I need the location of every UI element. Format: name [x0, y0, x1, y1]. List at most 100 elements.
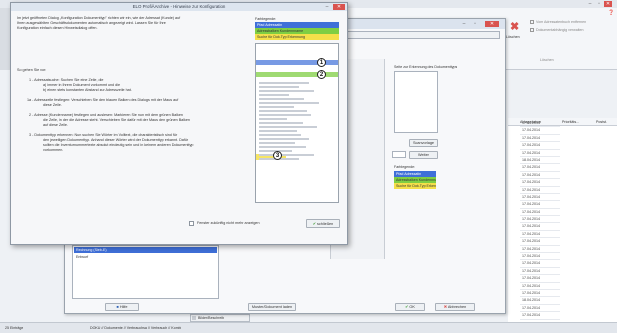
dont-show-checkbox[interactable] [189, 221, 194, 226]
ribbon-manage-label: Dokumentabhängig verwalten [536, 28, 584, 32]
callout-1: 1 [317, 58, 326, 67]
close-hints-label: schließen [317, 222, 334, 226]
date-cell[interactable]: 17.04.2014 [520, 283, 560, 290]
date-cell[interactable]: 17.04.2014 [520, 172, 560, 180]
document-line [259, 154, 314, 156]
page-field[interactable] [392, 151, 406, 158]
date-cell[interactable]: 17.04.2014 [520, 120, 560, 128]
hints-titlebar: ELO ProfiÄArchive - Hinweise zur Konfigu… [11, 3, 347, 11]
date-cell[interactable]: 17.04.2014 [520, 216, 560, 224]
hints-minimize-icon[interactable]: – [323, 4, 331, 10]
maximize-icon[interactable]: ▫ [595, 1, 603, 7]
ribbon-delete-label[interactable]: Löschen [506, 35, 520, 39]
next-button[interactable]: Weiter [409, 151, 438, 159]
document-line [259, 118, 287, 120]
help-button[interactable]: ■ Hilfe [105, 303, 139, 311]
hints-close-icon[interactable]: ✕ [333, 4, 345, 10]
date-cell[interactable]: 17.04.2014 [520, 268, 560, 276]
dialog-maximize-icon[interactable]: ▫ [471, 21, 479, 27]
preview-box [394, 71, 438, 133]
date-cell[interactable]: 17.04.2014 [520, 253, 560, 261]
document-line [259, 82, 309, 84]
date-cell[interactable]: 17.04.2014 [520, 305, 560, 313]
column-postst[interactable]: Postst. [596, 120, 607, 124]
date-cell[interactable]: 18.04.2014 [520, 157, 560, 165]
date-cell[interactable]: 17.04.2014 [520, 231, 560, 239]
right-panel: Seite zur Erkennung des Dokumenttyps Sca… [386, 59, 497, 313]
document-line [259, 142, 295, 144]
document-line [259, 130, 297, 132]
document-line [259, 126, 317, 128]
callout-2: 2 [317, 70, 326, 79]
date-cell[interactable]: 17.04.2014 [520, 127, 560, 135]
dont-show-label: Fenster zukünftig nicht mehr anzeigen [197, 221, 260, 225]
load-sample-button[interactable]: Muster/Dokument laden [248, 303, 296, 311]
date-cell[interactable]: 17.04.2014 [520, 150, 560, 157]
date-cell[interactable]: 17.04.2014 [520, 312, 560, 320]
list-item[interactable]: Entwurf [74, 254, 217, 260]
step-2: 2 - Adresse (Kundenname) festlegen und a… [17, 113, 252, 128]
tab-icon [192, 316, 196, 320]
date-cell[interactable]: 17.04.2014 [520, 223, 560, 231]
bottom-tab[interactable]: Bilder/Beschreib [190, 314, 250, 322]
document-line [259, 110, 307, 112]
document-line [259, 90, 314, 92]
date-cell[interactable]: 17.04.2014 [520, 187, 560, 194]
date-cell[interactable]: 17.04.2014 [520, 194, 560, 202]
date-column: 17.04.2014 17.04.2014 17.04.2014 17.04.2014… [520, 120, 560, 320]
mini-tag-yellow: Suche für Dok.Typ Erkennung [255, 34, 339, 40]
status-bar: 25 Einträge DOKU // Dokumente // Verbrau… [0, 322, 617, 333]
document-line [259, 134, 301, 136]
document-lines [256, 80, 338, 160]
date-cell[interactable]: 17.04.2014 [520, 142, 560, 150]
document-preview [255, 43, 339, 203]
ribbon-group-label: Löschen [540, 58, 554, 62]
document-line [259, 146, 306, 148]
date-cell[interactable]: 17.04.2014 [520, 201, 560, 209]
cancel-label: Abbrechen [447, 305, 467, 309]
date-cell[interactable]: 17.04.2014 [520, 209, 560, 217]
date-cell[interactable]: 17.04.2014 [520, 164, 560, 172]
hints-title: ELO ProfiÄArchive - Hinweise zur Konfigu… [132, 4, 226, 9]
document-line [259, 94, 289, 96]
document-line [259, 102, 319, 104]
documents-section: Dokumente Rechnung (Sieb-E) Entwurf [72, 239, 219, 299]
dialog-close-icon[interactable]: ✕ [485, 21, 499, 27]
help-icon[interactable]: ❓ [608, 10, 614, 16]
document-line [259, 86, 299, 88]
status-path: DOKU // Dokumente // Verbrauchsa // Verb… [90, 326, 182, 330]
step-line: auf diese Zeile. [43, 123, 69, 127]
preview-label: Seite zur Erkennung des Dokumenttyps [394, 65, 458, 69]
ok-button[interactable]: ✔ OK [395, 303, 425, 311]
step-3: 3 - Dokumenttyp erkennen: Nun suchen Sie… [17, 133, 252, 153]
lead-text: So gehen Sie vor: [17, 68, 47, 72]
close-icon[interactable]: ✕ [604, 1, 612, 7]
step-line: vorkommen. [43, 148, 64, 152]
dialog-minimize-icon[interactable]: – [460, 21, 468, 27]
hints-window: ELO ProfiÄArchive - Hinweise zur Konfigu… [10, 2, 348, 245]
document-line [259, 138, 309, 140]
column-prioritaet[interactable]: Prioritäts... [562, 120, 579, 124]
date-cell[interactable]: 17.04.2014 [520, 238, 560, 246]
close-hints-button[interactable]: ✔ schließen [306, 219, 340, 228]
doc-manage-checkbox[interactable] [530, 28, 534, 32]
delete-icon[interactable]: ✖ [510, 22, 520, 33]
date-cell[interactable]: 17.04.2014 [520, 260, 560, 268]
list-item[interactable]: Rechnung (Sieb-E) [74, 247, 217, 253]
date-cell[interactable]: 17.04.2014 [520, 179, 560, 187]
remove-address-checkbox[interactable] [530, 20, 534, 24]
step-1: 1 - Adressatsuche: Suchen Sie eine Zeile… [17, 78, 252, 93]
cancel-button[interactable]: ✖ Abbrechen [435, 303, 475, 311]
minimize-icon[interactable]: – [586, 1, 594, 7]
document-line [259, 122, 303, 124]
step-line: diese Zeile. [43, 103, 62, 107]
scan-button[interactable]: Scanvorlage [409, 139, 438, 147]
documents-list[interactable]: Rechnung (Sieb-E) Entwurf [72, 245, 219, 299]
legend-header: Farblegende: [394, 165, 416, 169]
status-count: 25 Einträge [5, 326, 24, 330]
date-cell[interactable]: 18.04.2014 [520, 297, 560, 305]
date-cell[interactable]: 17.04.2014 [520, 135, 560, 143]
date-cell[interactable]: 17.04.2014 [520, 275, 560, 283]
date-cell[interactable]: 17.04.2014 [520, 246, 560, 254]
date-cell[interactable]: 17.04.2014 [520, 290, 560, 298]
